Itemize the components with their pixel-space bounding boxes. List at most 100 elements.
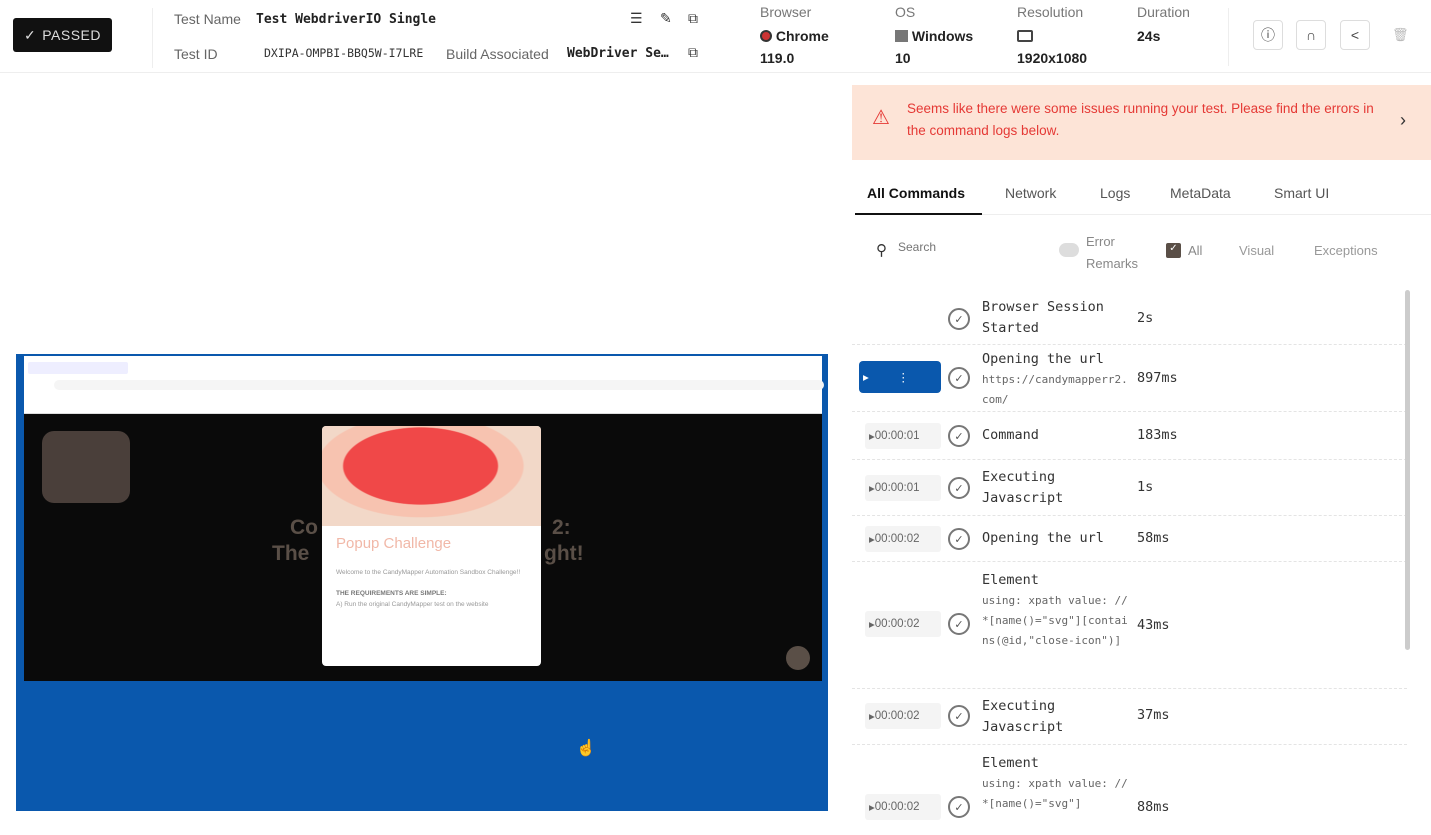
timestamp-button[interactable]: ▸ 00:00:01 [865,475,941,501]
address-bar [54,380,824,390]
command-name: Browser Session Started [982,299,1104,336]
command-duration: 897ms [1137,370,1178,386]
command-name: Command [982,427,1039,443]
command-row[interactable]: ▸ 00:00:01 ✓ Executing Javascript 1s [852,460,1407,516]
status-badge: ✓ PASSED [13,18,112,52]
windows-icon [895,30,908,42]
popup-requirements: THE REQUIREMENTS ARE SIMPLE: [336,590,447,597]
command-detail: using: xpath value: //*[name()="svg"] [982,777,1128,810]
error-alert[interactable]: ⚠ Seems like there were some issues runn… [852,85,1431,160]
error-remarks-toggle[interactable] [1059,243,1079,257]
os-value: Windows 10 [895,28,974,66]
command-duration: 37ms [1137,707,1170,723]
headline-text: Co [290,516,318,539]
copy-icon[interactable]: ⧉ [688,44,698,61]
timestamp-button[interactable]: ▸ 00:00:02 [865,794,941,820]
all-label: All [1188,243,1203,258]
check-circle-icon: ✓ [948,796,970,818]
test-id: DXIPA-OMPBI-BBQ5W-I7LRE [264,46,424,60]
logo-image [42,431,130,503]
copy-icon[interactable]: ⧉ [688,10,698,27]
browser-chrome [24,356,824,414]
tab-logs[interactable]: Logs [1100,185,1130,201]
check-circle-icon: ✓ [948,425,970,447]
search-icon: ⚲ [876,242,887,259]
tab-smart-ui[interactable]: Smart UI [1274,185,1329,201]
alert-message: Seems like there were some issues runnin… [907,101,1374,138]
headline-text: The [272,542,310,565]
command-name: Element using: xpath value: //*[name()="s… [982,753,1132,814]
tab-metadata[interactable]: MetaData [1170,185,1231,201]
info-button[interactable]: ⓘ [1253,20,1283,50]
headline-text: 2: [552,516,571,539]
command-name: Executing Javascript [982,469,1064,506]
command-row[interactable]: ▸ 00:00:01 ✓ Command 183ms [852,412,1407,460]
video-player[interactable]: Co 2: The ght! Popup Challenge Welcome t… [16,354,828,811]
check-circle-icon: ✓ [948,367,970,389]
list-icon[interactable]: ☰ [630,10,643,27]
command-row[interactable]: ▸ 00:00:02 ✓ Element using: xpath value: /… [852,745,1407,835]
command-duration: 1s [1137,479,1154,495]
command-list: ✓ Browser Session Started 2s ▸ ⋮ ✓ Openi… [852,285,1431,829]
command-row[interactable]: ▸ 00:00:02 ✓ Executing Javascript 37ms [852,689,1407,745]
timestamp-button[interactable]: ▸ 00:00:02 [865,526,941,552]
command-row[interactable]: ▸ 00:00:02 ✓ Opening the url 58ms [852,516,1407,562]
cursor-icon: ☝ [576,740,596,757]
popup-text: Welcome to the CandyMapper Automation Sa… [336,569,521,576]
monitor-icon [1017,30,1033,42]
resolution-value: 1920x1080 [1017,25,1087,69]
popup-image [322,426,541,526]
chevron-right-icon[interactable]: › [1400,109,1406,131]
browser-tab [28,362,128,374]
edit-icon[interactable]: ✎ [660,10,672,27]
tab-all-commands[interactable]: All Commands [867,185,965,201]
exceptions-filter[interactable]: Exceptions [1314,243,1378,258]
search-input[interactable] [898,240,1048,254]
delete-icon[interactable]: 🗑 [1392,27,1409,43]
check-circle-icon: ✓ [948,705,970,727]
browser-label: Browser [760,4,812,20]
command-name: Opening the url [982,530,1104,546]
check-circle-icon: ✓ [948,528,970,550]
command-detail: https://candymapperr2.com/ [982,373,1128,406]
command-row[interactable]: ▸ ⋮ ✓ Opening the url https://candymapper… [852,345,1407,412]
test-name: Test WebdriverIO Single [256,12,437,27]
timestamp-button[interactable]: ▸ 00:00:01 [865,423,941,449]
popup-item: A) Run the original CandyMapper test on … [336,601,489,608]
scrollbar[interactable] [1405,290,1410,650]
command-row[interactable]: ▸ 00:00:02 ✓ Element using: xpath value: /… [852,562,1407,689]
command-duration: 88ms [1137,799,1170,815]
command-name: Executing Javascript [982,698,1064,735]
timestamp-button[interactable]: ▸ 00:00:02 [865,611,941,637]
timestamp-button[interactable]: ▸ 00:00:02 [865,703,941,729]
chat-icon [786,646,810,670]
error-remarks-label: Error Remarks [1086,234,1139,271]
command-duration: 58ms [1137,530,1170,546]
share-button[interactable]: < [1340,20,1370,50]
duration-label: Duration [1137,4,1190,20]
popup-dialog: Popup Challenge Welcome to the CandyMapp… [322,426,541,666]
duration-value: 24s [1137,28,1161,44]
tab-network[interactable]: Network [1005,185,1056,201]
build-link[interactable]: WebDriver Se… [567,46,669,61]
command-duration: 2s [1137,310,1154,326]
check-circle-icon: ✓ [948,477,970,499]
timestamp-button[interactable]: ▸ ⋮ [859,361,941,393]
headline-text: ght! [544,542,584,565]
test-header: ✓ PASSED Test Name Test WebdriverIO Singl… [0,0,1431,73]
command-row[interactable]: ✓ Browser Session Started 2s [852,290,1407,345]
resolution-label: Resolution [1017,4,1084,20]
magnet-button[interactable]: ∩ [1296,20,1326,50]
share-icon: < [1350,27,1360,43]
command-detail: using: xpath value: //*[name()="svg"][co… [982,594,1128,647]
all-checkbox[interactable]: ✓ [1166,243,1181,258]
build-label: Build Associated [446,46,549,62]
visual-filter[interactable]: Visual [1239,243,1274,258]
warning-icon: ⚠ [872,107,890,129]
chrome-icon [760,30,772,42]
info-icon: ⓘ [1261,27,1275,43]
check-icon: ✓ [24,26,37,43]
os-label: OS [895,4,916,20]
active-tab-indicator [855,213,982,215]
popup-title: Popup Challenge [336,535,452,552]
